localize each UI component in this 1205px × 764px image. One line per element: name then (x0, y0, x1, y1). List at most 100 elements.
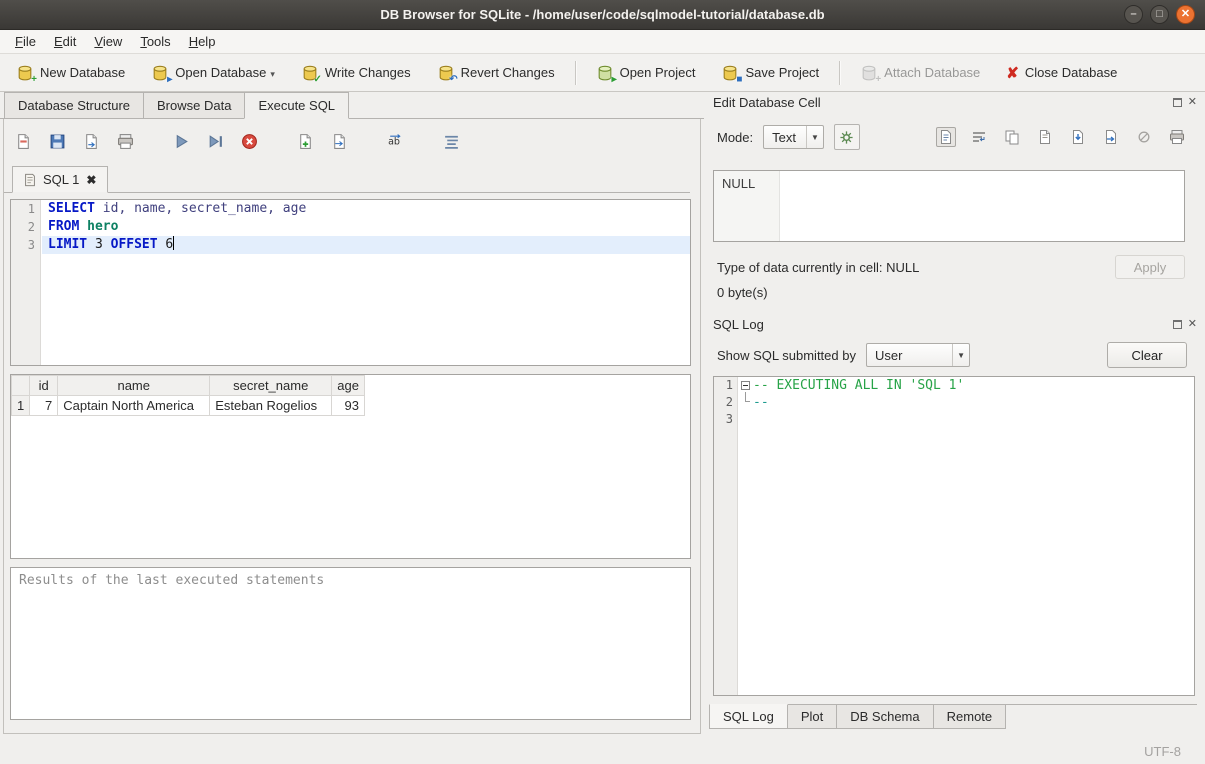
close-database-button[interactable]: ✘ Close Database (1000, 60, 1123, 86)
row-header[interactable]: 1 (12, 396, 30, 416)
print-cell-icon[interactable] (1167, 127, 1187, 147)
editor-line-current: 3 LIMIT 3 OFFSET 6 (11, 236, 690, 254)
stop-icon[interactable] (238, 130, 260, 152)
title-bar: DB Browser for SQLite - /home/user/code/… (0, 0, 1205, 30)
tab-browse-data[interactable]: Browse Data (143, 92, 245, 118)
sql-editor[interactable]: 1 SELECT id, name, secret_name, age 2 FR… (10, 199, 691, 366)
sql-log-header: SQL Log ✕ (713, 314, 1197, 334)
cell-value: NULL (714, 171, 780, 241)
tab-sql-log[interactable]: SQL Log (709, 704, 788, 729)
open-project-button[interactable]: ▸ Open Project (590, 60, 702, 86)
attach-database-icon: + (860, 64, 878, 82)
save-sql-as-icon[interactable] (80, 130, 102, 152)
close-panel-icon[interactable]: ✕ (1188, 319, 1197, 329)
tab-plot[interactable]: Plot (787, 705, 837, 729)
revert-changes-button[interactable]: ↶ Revert Changes (431, 60, 561, 86)
log-line: 1 -- EXECUTING ALL IN 'SQL 1' (714, 377, 1194, 394)
right-panel: Edit Database Cell ✕ Mode: Text ▼ (705, 92, 1205, 738)
log-line: 3 (714, 411, 1194, 428)
save-sql-file-icon[interactable] (46, 130, 68, 152)
cell-id[interactable]: 7 (30, 396, 58, 416)
svg-text:ab: ab (388, 136, 400, 147)
sql-tab-1[interactable]: SQL 1 ✖ (12, 166, 108, 193)
export-data-icon[interactable] (1101, 127, 1121, 147)
minimize-icon: – (1130, 8, 1136, 20)
editor-line: 2 FROM hero (11, 218, 690, 236)
text-cursor (173, 236, 174, 250)
gear-icon (839, 130, 854, 145)
write-changes-button[interactable]: ✓ Write Changes (295, 60, 417, 86)
close-database-icon: ✘ (1006, 64, 1019, 82)
menu-file[interactable]: File (6, 31, 45, 52)
log-filter-select[interactable]: User ▼ (866, 343, 970, 367)
export-csv-icon[interactable] (328, 130, 350, 152)
sql-tab-bar: SQL 1 ✖ (4, 165, 690, 193)
minimize-button[interactable]: – (1124, 5, 1143, 24)
open-database-icon: ▸ (151, 64, 169, 82)
format-sql-icon[interactable] (440, 130, 462, 152)
execute-line-icon[interactable] (204, 130, 226, 152)
column-header-age[interactable]: age (332, 376, 365, 396)
edit-cell-title: Edit Database Cell (713, 95, 821, 110)
status-bar: UTF-8 (0, 738, 1205, 764)
tab-database-structure[interactable]: Database Structure (4, 92, 144, 118)
fold-marker-icon[interactable] (741, 381, 750, 390)
column-header-secret-name[interactable]: secret_name (210, 376, 332, 396)
menu-edit[interactable]: Edit (45, 31, 85, 52)
set-null-icon[interactable] (1134, 127, 1154, 147)
close-tab-icon[interactable]: ✖ (85, 173, 97, 187)
sql-log-title: SQL Log (713, 317, 764, 332)
maximize-button[interactable]: □ (1150, 5, 1169, 24)
open-database-button[interactable]: ▸ Open Database ▾ (145, 60, 281, 86)
word-wrap-icon[interactable] (969, 127, 989, 147)
tab-remote[interactable]: Remote (933, 705, 1007, 729)
clear-log-button[interactable]: Clear (1107, 342, 1187, 368)
results-grid: id name secret_name age 1 7 Captain Nort… (11, 375, 365, 416)
column-header-name[interactable]: name (58, 376, 210, 396)
save-project-icon: ■ (721, 64, 739, 82)
apply-button[interactable]: Apply (1115, 255, 1185, 279)
float-panel-icon[interactable] (1173, 98, 1182, 107)
menu-view[interactable]: View (85, 31, 131, 52)
mode-select[interactable]: Text ▼ (763, 125, 824, 149)
new-tab-icon[interactable] (294, 130, 316, 152)
copy-icon[interactable] (1002, 127, 1022, 147)
table-row[interactable]: 1 7 Captain North America Esteban Rogeli… (12, 396, 365, 416)
execute-all-icon[interactable] (170, 130, 192, 152)
editor-line: 1 SELECT id, name, secret_name, age (11, 200, 690, 218)
sql-document-icon (23, 173, 37, 187)
find-replace-icon[interactable]: ab (384, 130, 406, 152)
save-cell-icon[interactable] (1035, 127, 1055, 147)
cell-size-row: 0 byte(s) (717, 282, 768, 302)
save-project-button[interactable]: ■ Save Project (715, 60, 825, 86)
menu-help[interactable]: Help (180, 31, 225, 52)
auto-format-button[interactable] (834, 124, 860, 150)
tab-db-schema[interactable]: DB Schema (836, 705, 933, 729)
print-sql-icon[interactable] (114, 130, 136, 152)
column-header-id[interactable]: id (30, 376, 58, 396)
window-title: DB Browser for SQLite - /home/user/code/… (380, 7, 824, 22)
write-changes-icon: ✓ (301, 64, 319, 82)
import-data-icon[interactable] (1068, 127, 1088, 147)
maximize-icon: □ (1156, 8, 1163, 20)
new-database-button[interactable]: + New Database (10, 60, 131, 86)
cell-age[interactable]: 93 (332, 396, 365, 416)
sql-log-view[interactable]: 1 -- EXECUTING ALL IN 'SQL 1' 2 -- 3 (713, 376, 1195, 696)
cell-secret-name[interactable]: Esteban Rogelios (210, 396, 332, 416)
log-line: 2 -- (714, 394, 1194, 411)
open-project-icon: ▸ (596, 64, 614, 82)
cell-value-editor[interactable]: NULL (713, 170, 1185, 242)
text-mode-icon[interactable] (936, 127, 956, 147)
tab-execute-sql[interactable]: Execute SQL (244, 92, 349, 119)
attach-database-button[interactable]: + Attach Database (854, 60, 986, 86)
toolbar-separator (839, 61, 840, 85)
close-panel-icon[interactable]: ✕ (1188, 97, 1197, 107)
execute-sql-panel: ab SQL 1 ✖ (3, 119, 701, 734)
grid-corner[interactable] (12, 376, 30, 396)
float-panel-icon[interactable] (1173, 320, 1182, 329)
chevron-down-icon[interactable]: ▾ (270, 69, 275, 82)
open-sql-file-icon[interactable] (12, 130, 34, 152)
menu-tools[interactable]: Tools (131, 31, 179, 52)
close-button[interactable]: ✕ (1176, 5, 1195, 24)
cell-name[interactable]: Captain North America (58, 396, 210, 416)
